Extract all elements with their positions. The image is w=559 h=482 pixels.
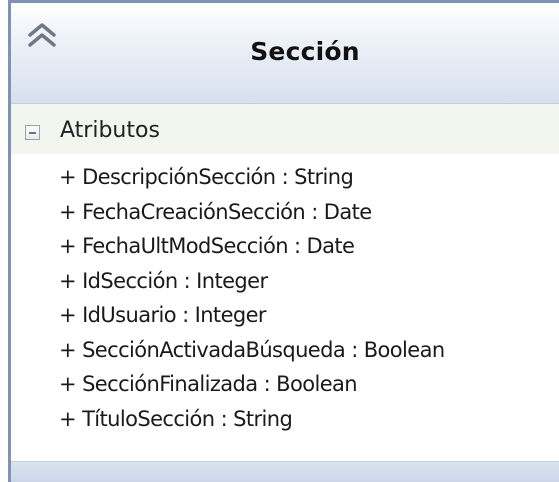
attribute-item[interactable]: + TítuloSección : String — [59, 402, 445, 437]
attribute-list: + DescripciónSección : String + FechaCre… — [59, 160, 445, 436]
minus-box-icon[interactable] — [25, 125, 40, 140]
attribute-item[interactable]: + SecciónFinalizada : Boolean — [59, 367, 445, 402]
attribute-item[interactable]: + IdUsuario : Integer — [59, 298, 445, 333]
attributes-section-label: Atributos — [60, 118, 160, 143]
attributes-section: Atributos + DescripciónSección : String … — [11, 104, 559, 464]
attribute-item[interactable]: + FechaUltModSección : Date — [59, 229, 445, 264]
attributes-section-header[interactable]: Atributos — [11, 104, 559, 154]
attribute-item[interactable]: + SecciónActivadaBúsqueda : Boolean — [59, 333, 445, 368]
attribute-item[interactable]: + FechaCreaciónSección : Date — [59, 195, 445, 230]
class-title: Sección — [250, 37, 360, 66]
class-footer — [11, 461, 559, 482]
class-header: Sección — [11, 3, 559, 104]
uml-class-box: Sección Atributos + DescripciónSección :… — [8, 0, 559, 482]
attribute-item[interactable]: + DescripciónSección : String — [59, 160, 445, 195]
attribute-item[interactable]: + IdSección : Integer — [59, 264, 445, 299]
